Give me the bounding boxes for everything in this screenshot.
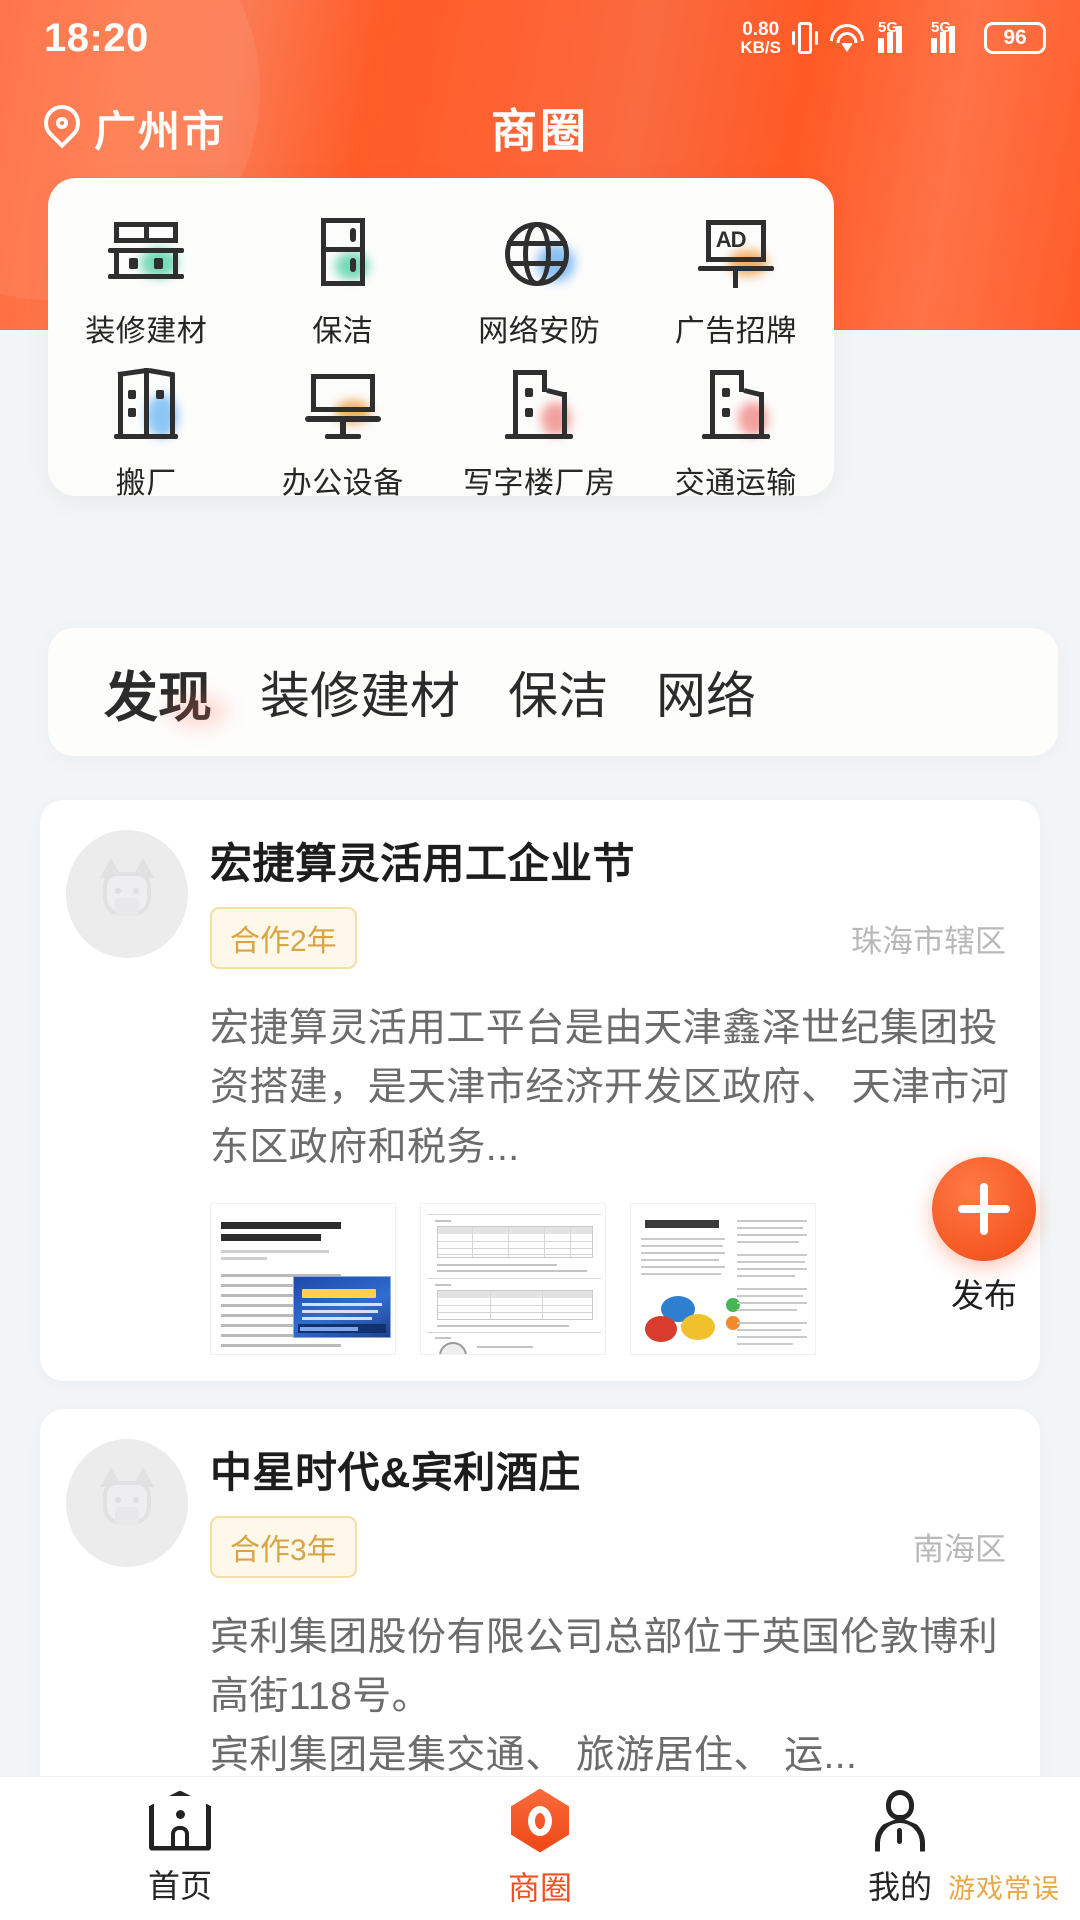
signal-label-sim1: 5G bbox=[878, 18, 899, 36]
table-document-thumbnail[interactable] bbox=[420, 1202, 606, 1355]
category-label: 保洁 bbox=[312, 315, 374, 348]
feed-card-meta: 合作2年 珠海市辖区 bbox=[210, 907, 1014, 969]
nav-label-business-circle: 商圈 bbox=[507, 1869, 572, 1906]
category-item-office-equipment[interactable]: 办公设备 bbox=[245, 360, 442, 502]
feed-card-heading: 中星时代&宾利酒庄 合作3年 南海区 bbox=[210, 1439, 1014, 1578]
globe-network-icon bbox=[497, 214, 581, 294]
tab-cleaning[interactable]: 保洁 bbox=[508, 656, 608, 728]
status-badge: 合作3年 bbox=[210, 1515, 357, 1578]
signal-icon-sim1: 5G bbox=[878, 19, 918, 53]
category-grid-card: 装修建材 保洁 网络安防 AD 广告招牌 搬厂 办公设备 写字楼厂房 交通运输 bbox=[48, 178, 834, 500]
feed-card[interactable]: 宏捷算灵活用工企业节 合作2年 珠海市辖区 宏捷算灵活用工平台是由天津鑫泽世纪集… bbox=[40, 800, 1040, 1381]
page-title: 商圈 bbox=[491, 105, 589, 157]
feed-card-title: 中星时代&宾利酒庄 bbox=[210, 1448, 581, 1496]
nav-label-home: 首页 bbox=[147, 1867, 212, 1904]
publish-fab-button[interactable] bbox=[932, 1157, 1036, 1261]
category-item-decoration[interactable]: 装修建材 bbox=[48, 208, 245, 350]
category-label: 搬厂 bbox=[115, 467, 177, 500]
category-label: 写字楼厂房 bbox=[463, 467, 616, 500]
category-item-advertising[interactable]: AD 广告招牌 bbox=[638, 208, 835, 350]
signal-label-sim2: 5G bbox=[931, 18, 952, 36]
status-icons: 0.80 KB/S 5G 5G 96 bbox=[740, 18, 1046, 58]
category-label: 装修建材 bbox=[85, 315, 208, 348]
nav-item-business-circle[interactable]: 商圈 bbox=[360, 1788, 720, 1909]
building-material-icon bbox=[104, 214, 188, 294]
nav-label-profile: 我的 bbox=[867, 1868, 932, 1905]
tab-decoration[interactable]: 装修建材 bbox=[260, 656, 460, 728]
app-root: 18:20 0.80 KB/S 5G 5G 96 广州市 商圈 装修建材 保洁 … bbox=[0, 0, 1080, 1920]
vibrate-icon bbox=[792, 21, 818, 54]
ad-billboard-icon: AD bbox=[694, 214, 778, 294]
feed-card-header: 宏捷算灵活用工企业节 合作2年 珠海市辖区 bbox=[66, 830, 1014, 969]
feed-card-location: 南海区 bbox=[913, 1532, 1006, 1568]
business-circle-icon bbox=[511, 1788, 569, 1853]
category-item-network[interactable]: 网络安防 bbox=[441, 208, 638, 350]
wifi-icon bbox=[829, 23, 865, 52]
infographic-side-text bbox=[737, 1214, 811, 1346]
category-label: 网络安防 bbox=[478, 315, 601, 348]
cat-avatar-placeholder-icon bbox=[95, 1466, 159, 1539]
active-tab-highlight bbox=[168, 694, 228, 728]
network-speed-unit: KB/S bbox=[740, 38, 781, 58]
status-bar: 18:20 0.80 KB/S 5G 5G 96 bbox=[0, 0, 1080, 76]
feed-list: 宏捷算灵活用工企业节 合作2年 珠海市辖区 宏捷算灵活用工平台是由天津鑫泽世纪集… bbox=[40, 800, 1040, 1920]
home-icon bbox=[149, 1790, 211, 1851]
status-badge: 合作2年 bbox=[210, 907, 357, 969]
feed-card-header: 中星时代&宾利酒庄 合作3年 南海区 bbox=[66, 1438, 1014, 1578]
category-label: 广告招牌 bbox=[674, 315, 797, 348]
feed-card-location: 珠海市辖区 bbox=[851, 923, 1006, 959]
news-article-thumbnail[interactable] bbox=[210, 1202, 396, 1355]
category-item-office-building[interactable]: 写字楼厂房 bbox=[441, 360, 638, 502]
feed-card-title: 宏捷算灵活用工企业节 bbox=[210, 840, 636, 887]
feed-card-meta: 合作3年 南海区 bbox=[210, 1515, 1014, 1578]
factory-move-icon bbox=[104, 366, 188, 446]
discover-tab-bar: 发现 装修建材 保洁 网络 bbox=[48, 628, 1058, 756]
infographic-thumbnail[interactable] bbox=[630, 1202, 816, 1355]
publish-fab-label: 发布 bbox=[951, 1277, 1017, 1314]
monitor-office-icon bbox=[301, 366, 385, 446]
category-label: 交通运输 bbox=[674, 467, 797, 500]
signal-icon-sim2: 5G bbox=[931, 19, 971, 53]
battery-indicator: 96 bbox=[984, 21, 1046, 54]
avatar bbox=[66, 1438, 188, 1567]
nav-item-home[interactable]: 首页 bbox=[0, 1790, 360, 1907]
transport-building-icon bbox=[694, 366, 778, 446]
publish-fab-group[interactable]: 发布 bbox=[918, 1157, 1050, 1317]
person-icon bbox=[871, 1789, 929, 1852]
tv-still bbox=[293, 1275, 391, 1338]
bottom-navigation: 首页 商圈 我的 bbox=[0, 1776, 1080, 1920]
feed-card-heading: 宏捷算灵活用工企业节 合作2年 珠海市辖区 bbox=[210, 830, 1014, 969]
avatar bbox=[66, 830, 188, 958]
network-speed-indicator: 0.80 KB/S bbox=[740, 18, 781, 58]
feed-card-thumbnails bbox=[210, 1202, 1014, 1355]
feed-card-body: 宏捷算灵活用工平台是由天津鑫泽世纪集团投资搭建，是天津市经济开发区政府、 天津市… bbox=[210, 1007, 1010, 1169]
category-label: 办公设备 bbox=[281, 467, 404, 500]
watermark: 游戏常误 bbox=[948, 1874, 1060, 1904]
category-item-factory-move[interactable]: 搬厂 bbox=[48, 360, 245, 502]
tab-network[interactable]: 网络 bbox=[656, 656, 756, 728]
status-time: 18:20 bbox=[44, 15, 149, 60]
category-grid: 装修建材 保洁 网络安防 AD 广告招牌 搬厂 办公设备 写字楼厂房 交通运输 bbox=[48, 208, 834, 502]
network-speed-value: 0.80 bbox=[742, 18, 780, 40]
category-item-transport[interactable]: 交通运输 bbox=[638, 360, 835, 502]
feed-card-body: 宾利集团股份有限公司总部位于英国伦敦博利高街118号。 宾利集团是集交通、 旅游… bbox=[210, 1615, 999, 1778]
category-item-cleaning[interactable]: 保洁 bbox=[245, 208, 442, 350]
header-bar: 广州市 商圈 bbox=[0, 88, 1080, 168]
refrigerator-cleaning-icon bbox=[301, 214, 385, 294]
office-building-icon bbox=[497, 366, 581, 446]
cat-avatar-placeholder-icon bbox=[95, 858, 159, 930]
